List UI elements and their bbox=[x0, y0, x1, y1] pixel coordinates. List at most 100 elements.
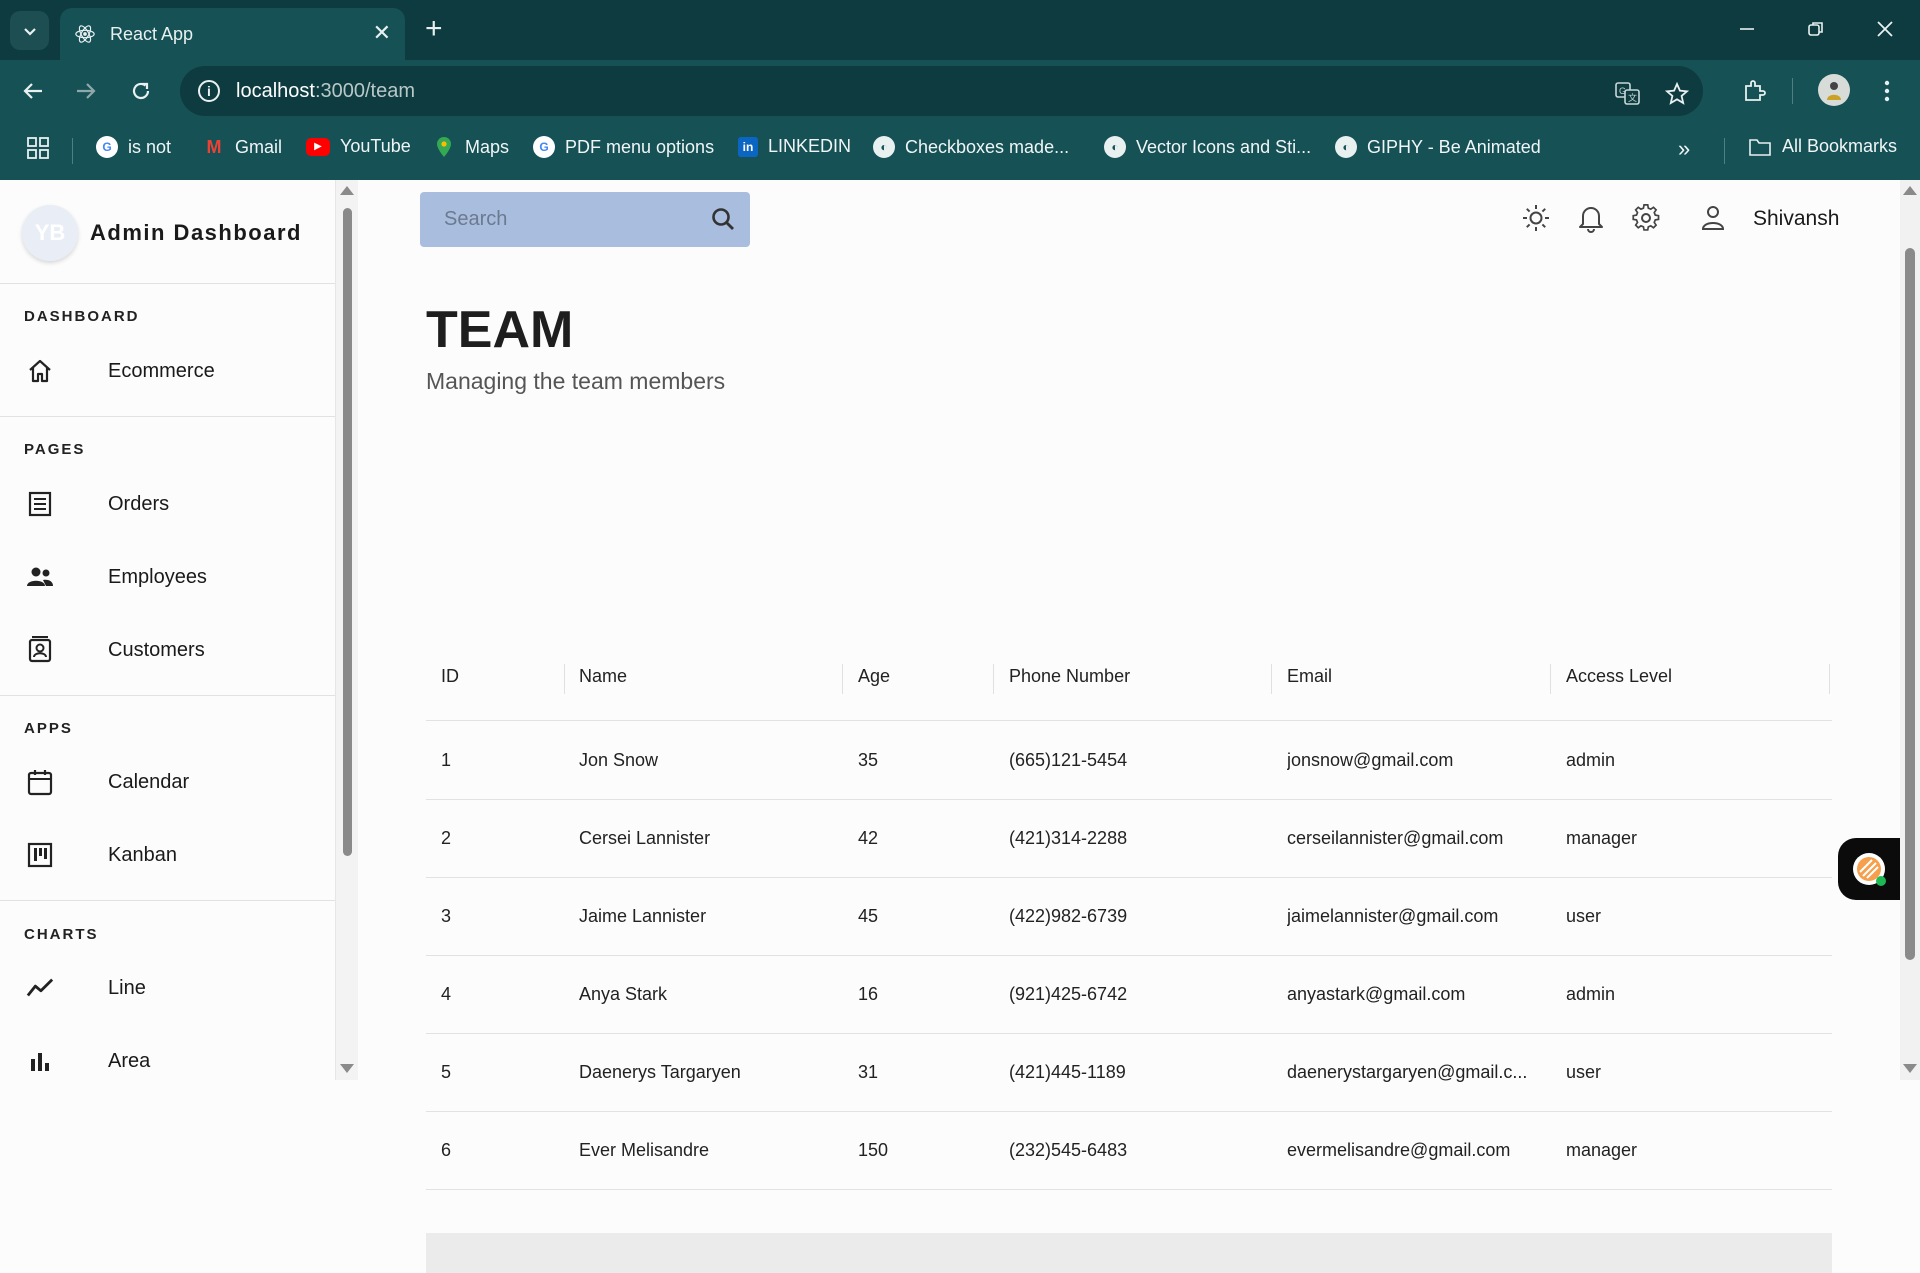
browser-tab[interactable]: React App ✕ bbox=[60, 8, 405, 60]
column-header-access-level[interactable]: Access Level bbox=[1566, 666, 1672, 687]
sidebar-divider bbox=[0, 695, 335, 696]
bookmark-checkboxes[interactable]: ◐ Checkboxes made... bbox=[873, 136, 1069, 158]
scroll-down-arrow-icon[interactable] bbox=[1903, 1064, 1917, 1073]
column-header-email[interactable]: Email bbox=[1287, 666, 1332, 687]
sidebar-brand: YB Admin Dashboard bbox=[22, 205, 302, 261]
profile-button[interactable] bbox=[1698, 203, 1728, 233]
avatar[interactable]: YB bbox=[22, 205, 78, 261]
bookmark-vector-icons[interactable]: ◐ Vector Icons and Sti... bbox=[1104, 136, 1311, 158]
column-header-phone[interactable]: Phone Number bbox=[1009, 666, 1130, 687]
sidebar-item-customers[interactable]: Customers bbox=[0, 619, 335, 681]
scroll-down-arrow-icon[interactable] bbox=[340, 1064, 354, 1073]
sidebar-item-label: Calendar bbox=[108, 770, 190, 793]
column-separator[interactable] bbox=[993, 664, 994, 694]
sidebar-item-orders[interactable]: Orders bbox=[0, 473, 335, 535]
bar-chart-icon bbox=[26, 1047, 54, 1075]
apps-grid-button[interactable] bbox=[26, 136, 50, 160]
bookmark-linkedin[interactable]: in LINKEDIN bbox=[738, 136, 851, 157]
extensions-button[interactable] bbox=[1739, 76, 1769, 106]
more-bookmarks-button[interactable]: » bbox=[1678, 136, 1690, 162]
user-name[interactable]: Shivansh bbox=[1753, 207, 1839, 231]
floating-assistant-button[interactable] bbox=[1838, 838, 1900, 900]
tab-close-icon[interactable]: ✕ bbox=[373, 22, 391, 44]
svg-text:G: G bbox=[1619, 86, 1626, 96]
globe-icon: ◐ bbox=[873, 136, 895, 158]
all-bookmarks-button[interactable]: All Bookmarks bbox=[1748, 136, 1897, 157]
sidebar-item-area[interactable]: Area bbox=[0, 1030, 335, 1080]
table-row[interactable]: 5 Daenerys Targaryen 31 (421)445-1189 da… bbox=[426, 1034, 1832, 1112]
main-content: Shivansh TEAM Managing the team members … bbox=[358, 180, 1900, 1273]
sidebar-item-label: Orders bbox=[108, 492, 170, 515]
sidebar-item-line[interactable]: Line bbox=[0, 957, 335, 1019]
bookmark-label: Maps bbox=[465, 136, 510, 157]
translate-icon[interactable]: G文 bbox=[1615, 82, 1641, 112]
reload-icon bbox=[132, 82, 150, 100]
minimize-button[interactable] bbox=[1732, 14, 1762, 44]
column-header-name[interactable]: Name bbox=[579, 666, 627, 687]
bookmark-label: is not bbox=[128, 136, 172, 157]
cell-id: 1 bbox=[441, 750, 452, 770]
address-bar[interactable]: i localhost:3000/team G文 bbox=[180, 66, 1703, 116]
linkedin-icon: in bbox=[738, 136, 758, 157]
profile-avatar[interactable] bbox=[1818, 74, 1850, 106]
column-separator[interactable] bbox=[842, 664, 843, 694]
table-footer bbox=[426, 1233, 1832, 1273]
reload-button[interactable] bbox=[126, 76, 156, 106]
notifications-button[interactable] bbox=[1576, 203, 1606, 233]
all-bookmarks-label: All Bookmarks bbox=[1782, 136, 1898, 156]
close-icon bbox=[1877, 21, 1893, 37]
svg-text:文: 文 bbox=[1628, 92, 1637, 103]
table-row[interactable]: 4 Anya Stark 16 (921)425-6742 anyastark@… bbox=[426, 956, 1832, 1034]
table-row[interactable]: 2 Cersei Lannister 42 (421)314-2288 cers… bbox=[426, 800, 1832, 878]
new-tab-button[interactable]: + bbox=[425, 14, 443, 44]
chevron-down-icon bbox=[23, 27, 36, 36]
sidebar-item-label: Area bbox=[108, 1049, 151, 1072]
scroll-up-arrow-icon[interactable] bbox=[1903, 186, 1917, 195]
sidebar-scroll-thumb[interactable] bbox=[343, 208, 352, 856]
settings-button[interactable] bbox=[1631, 203, 1661, 233]
calendar-icon bbox=[26, 768, 54, 796]
scroll-up-arrow-icon[interactable] bbox=[340, 186, 354, 195]
page-scroll-thumb[interactable] bbox=[1905, 248, 1915, 960]
back-button[interactable] bbox=[18, 76, 48, 106]
kanban-icon bbox=[26, 841, 54, 869]
browser-menu-button[interactable] bbox=[1872, 76, 1902, 106]
column-separator[interactable] bbox=[564, 664, 565, 694]
minimize-icon bbox=[1740, 28, 1754, 30]
restore-button[interactable] bbox=[1801, 14, 1831, 44]
bookmark-pdf-menu[interactable]: G PDF menu options bbox=[533, 136, 714, 158]
table-row[interactable]: 1 Jon Snow 35 (665)121-5454 jonsnow@gmai… bbox=[426, 722, 1832, 800]
light-mode-button[interactable] bbox=[1521, 203, 1551, 233]
bookmark-star-icon[interactable] bbox=[1664, 81, 1690, 112]
apps-grid-icon bbox=[27, 137, 49, 159]
search-input[interactable] bbox=[444, 208, 694, 231]
sidebar-item-employees[interactable]: Employees bbox=[0, 546, 335, 608]
folder-icon bbox=[1749, 138, 1771, 156]
bookmark-giphy[interactable]: ◐ GIPHY - Be Animated bbox=[1335, 136, 1541, 158]
column-separator[interactable] bbox=[1271, 664, 1272, 694]
cell-name: Cersei Lannister bbox=[579, 828, 711, 848]
bookmark-gmail[interactable]: M Gmail bbox=[203, 136, 283, 158]
search-icon[interactable] bbox=[710, 206, 736, 237]
tab-search-button[interactable] bbox=[10, 11, 49, 50]
site-info-icon[interactable]: i bbox=[198, 80, 220, 102]
sidebar-scrollbar[interactable] bbox=[336, 180, 358, 1080]
column-separator[interactable] bbox=[1829, 664, 1830, 694]
puzzle-icon bbox=[1745, 80, 1766, 101]
column-header-id[interactable]: ID bbox=[441, 666, 459, 687]
sidebar-item-ecommerce[interactable]: Ecommerce bbox=[0, 340, 335, 402]
table-row[interactable]: 3 Jaime Lannister 45 (422)982-6739 jaime… bbox=[426, 878, 1832, 956]
column-separator[interactable] bbox=[1550, 664, 1551, 694]
table-row[interactable]: 6 Ever Melisandre 150 (232)545-6483 ever… bbox=[426, 1112, 1832, 1190]
sidebar-item-kanban[interactable]: Kanban bbox=[0, 824, 335, 886]
column-header-age[interactable]: Age bbox=[858, 666, 890, 687]
sidebar-item-calendar[interactable]: Calendar bbox=[0, 751, 335, 813]
page-scrollbar[interactable] bbox=[1900, 180, 1920, 1080]
close-window-button[interactable] bbox=[1870, 14, 1900, 44]
cell-phone: (422)982-6739 bbox=[1009, 906, 1128, 926]
bookmark-is-not[interactable]: G is not bbox=[96, 136, 171, 158]
forward-button[interactable] bbox=[71, 76, 101, 106]
bookmark-maps[interactable]: Maps bbox=[433, 136, 509, 158]
sun-icon bbox=[1523, 205, 1549, 231]
bookmark-youtube[interactable]: ▶ YouTube bbox=[306, 136, 411, 157]
